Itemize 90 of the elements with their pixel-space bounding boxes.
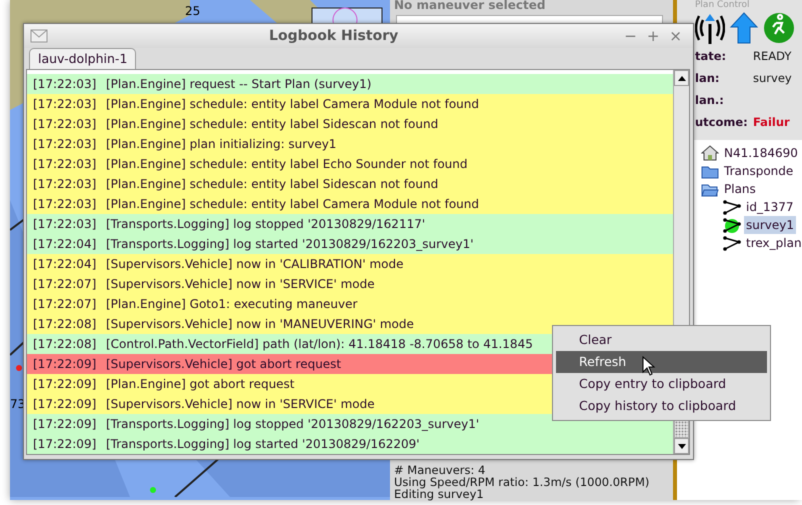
field-value: survey [753, 70, 792, 88]
up-arrow-icon[interactable] [729, 12, 759, 44]
log-row[interactable]: [17:22:03] [Plan.Engine] plan initializing: survey1 [27, 134, 673, 154]
tree-item[interactable]: id_1377 [744, 198, 796, 216]
log-row[interactable]: [17:22:04] [Supervisors.Vehicle] now in 'CALIBRATION' mode [27, 254, 673, 274]
log-time: [17:22:03] [33, 216, 98, 233]
log-time: [17:22:07] [33, 276, 98, 293]
log-time: [17:22:03] [33, 116, 98, 133]
log-row[interactable]: [17:22:03] [Plan.Engine] schedule: entity label Sidescan not found [27, 114, 673, 134]
log-row[interactable]: [17:22:07] [Supervisors.Vehicle] now in 'SERVICE' mode [27, 274, 673, 294]
log-message: [Supervisors.Vehicle] got abort request [106, 356, 342, 373]
log-row[interactable]: [17:22:03] [Transports.Logging] log stopped '20130829/162117' [27, 214, 673, 234]
log-message: [Plan.Engine] schedule: entity label Camera Module not found [106, 96, 479, 113]
log-message: [Supervisors.Vehicle] now in 'SERVICE' mode [106, 276, 375, 293]
log-message: [Plan.Engine] request -- Start Plan (survey1) [106, 76, 372, 93]
log-time: [17:22:04] [33, 256, 98, 273]
log-time: [17:22:03] [33, 136, 98, 153]
log-time: [17:22:09] [33, 416, 98, 433]
log-time: [17:22:03] [33, 196, 98, 213]
info-line: # Maneuvers: 4 [394, 464, 486, 476]
mouse-cursor-icon [642, 356, 656, 376]
log-message: [Plan.Engine] schedule: entity label Camera Module not found [106, 196, 479, 213]
log-row[interactable]: [17:22:03] [Plan.Engine] request -- Start Plan (survey1) [27, 74, 673, 94]
run-icon[interactable] [763, 12, 795, 44]
house-icon [701, 145, 719, 161]
field-label: lan: [695, 70, 720, 88]
log-message: [Plan.Engine] plan initializing: survey1 [106, 136, 336, 153]
log-row[interactable]: [17:22:03] [Plan.Engine] schedule: entity label Camera Module not found [27, 94, 673, 114]
log-row[interactable]: [17:22:09] [Transports.Logging] log stopped '20130829/162203_survey1' [27, 414, 673, 434]
folder-icon [701, 164, 719, 178]
log-time: [17:22:03] [33, 156, 98, 173]
log-message: [Transports.Logging] log stopped '20130829/162117' [106, 216, 426, 233]
close-button[interactable]: × [664, 28, 687, 44]
log-row[interactable]: [17:22:08] [Supervisors.Vehicle] now in 'MANEUVERING' mode [27, 314, 673, 334]
log-row[interactable]: [17:22:03] [Plan.Engine] schedule: entity label Sidescan not found [27, 174, 673, 194]
tree-item[interactable]: Plans [722, 180, 758, 198]
log-message: [Transports.Logging] log started '20130829/162209' [106, 436, 420, 453]
menu-item[interactable]: Refresh [556, 351, 767, 373]
log-time: [17:22:04] [33, 236, 98, 253]
scroll-down-button[interactable] [674, 438, 689, 454]
maximize-button[interactable]: + [642, 28, 664, 44]
log-row[interactable]: [17:22:09] [Transports.Logging] log started '20130829/162209' [27, 434, 673, 454]
log-time: [17:22:09] [33, 356, 98, 373]
log-message: [Plan.Engine] got abort request [106, 376, 295, 393]
minimize-button[interactable]: − [619, 28, 642, 44]
field-value: READY [753, 48, 792, 66]
map-label: 25 [185, 3, 200, 20]
down-triangle-icon [678, 444, 686, 448]
log-time: [17:22:03] [33, 176, 98, 193]
tab[interactable]: lauv-dolphin-1 [29, 48, 136, 69]
log-time: [17:22:03] [33, 76, 98, 93]
field-label: utcome: [695, 114, 749, 132]
group-title: No maneuver selected [394, 0, 546, 11]
log-time: [17:22:07] [33, 296, 98, 313]
log-message: [Supervisors.Vehicle] now in 'MANEUVERING' mode [106, 316, 414, 333]
scroll-up-button[interactable] [674, 70, 689, 86]
log-message: [Transports.Logging] log stopped '20130829/162203_survey1' [106, 416, 480, 433]
log-row[interactable]: [17:22:07] [Plan.Engine] Goto1: executing maneuver [27, 294, 673, 314]
tree-item[interactable]: Transponde [722, 162, 796, 180]
tree-item[interactable]: N41.184690 [722, 144, 800, 162]
up-triangle-icon [678, 76, 686, 80]
field-label: tate: [695, 48, 728, 66]
log-message: [Plan.Engine] schedule: entity label Sidescan not found [106, 116, 438, 133]
log-row[interactable]: [17:22:03] [Plan.Engine] schedule: entity label Camera Module not found [27, 194, 673, 214]
envelope-icon [30, 29, 48, 43]
folder-icon [701, 182, 719, 196]
field-label: lan.: [695, 92, 725, 110]
log-time: [17:22:08] [33, 336, 98, 353]
log-message: [Plan.Engine] schedule: entity label Echo Sounder not found [106, 156, 468, 173]
panel-title: Plan Control [695, 0, 751, 10]
log-time: [17:22:09] [33, 396, 98, 413]
info-line: Editing survey1 [394, 488, 484, 500]
tree-item[interactable]: survey1 [744, 216, 796, 234]
tree-item[interactable]: trex_plan [744, 234, 802, 252]
log-message: [Supervisors.Vehicle] now in 'SERVICE' mode [106, 396, 375, 413]
log-message: [Control.Path.VectorField] path (lat/lon): 41.18418 -8.70658 to 41.1845 [106, 336, 533, 353]
window-title: Logbook History [268, 26, 400, 46]
log-row[interactable]: [17:22:04] [Transports.Logging] log started '20130829/162203_survey1' [27, 234, 673, 254]
info-line: Using Speed/RPM ratio: 1.3m/s (1000.0RPM) [394, 476, 650, 488]
log-time: [17:22:03] [33, 96, 98, 113]
field-value: Failur [753, 114, 790, 132]
log-message: [Supervisors.Vehicle] now in 'CALIBRATION' mode [106, 256, 404, 273]
log-time: [17:22:09] [33, 436, 98, 453]
log-message: [Plan.Engine] Goto1: executing maneuver [106, 296, 358, 313]
log-message: [Transports.Logging] log started '20130829/162203_survey1' [106, 236, 474, 253]
log-row[interactable]: [17:22:03] [Plan.Engine] schedule: entity label Echo Sounder not found [27, 154, 673, 174]
log-message: [Plan.Engine] schedule: entity label Sidescan not found [106, 176, 438, 193]
antenna-icon[interactable] [695, 12, 725, 44]
log-time: [17:22:09] [33, 376, 98, 393]
log-time: [17:22:08] [33, 316, 98, 333]
